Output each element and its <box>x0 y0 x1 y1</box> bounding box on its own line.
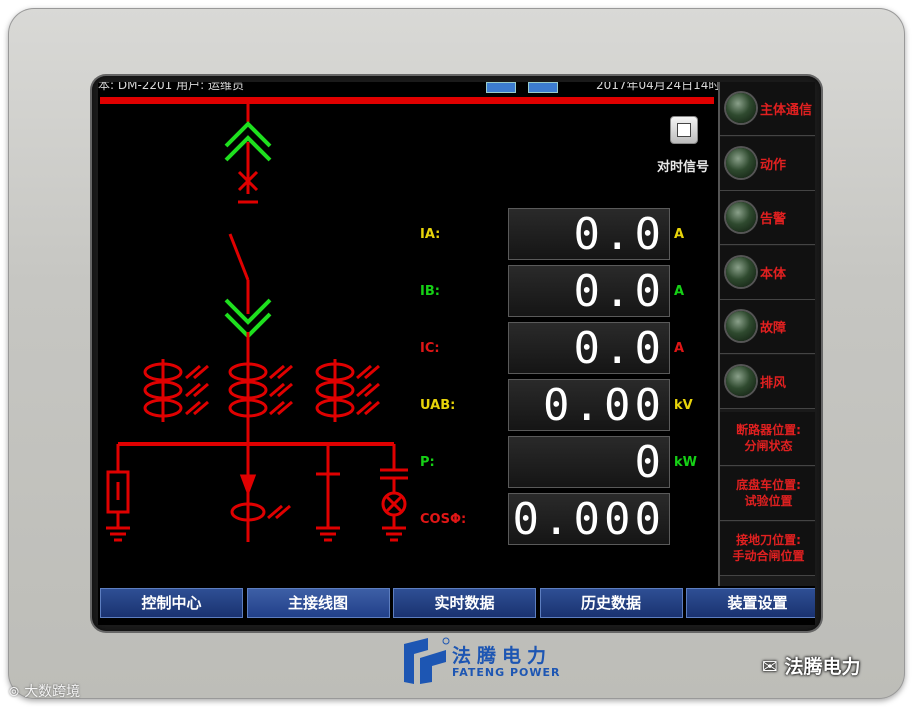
indicator-led-icon <box>726 311 756 341</box>
indicator-label: 本体 <box>760 266 787 282</box>
indicator-led-icon <box>726 365 756 396</box>
watermark-icon: ⊚ <box>8 684 25 700</box>
position-title: 底盘车位置: <box>736 478 801 492</box>
measurement-unit: A <box>674 227 685 242</box>
title-red-bar <box>100 97 714 104</box>
status-indicator: 故障 <box>720 300 815 354</box>
measurement-unit: kV <box>674 398 693 413</box>
measurement-value: 0.0 <box>508 265 670 317</box>
sync-label: 对时信号 <box>656 160 709 175</box>
measurement-label: IC: <box>420 341 440 356</box>
measurement-label: UAB: <box>420 398 456 413</box>
time-sync-signal[interactable]: 对时信号 <box>649 110 717 176</box>
breaker-blade <box>228 233 250 281</box>
position-title: 接地刀位置: <box>736 533 801 547</box>
measurement-value: 0.00 <box>508 379 670 431</box>
wechat-account-label: 法腾电力 <box>784 656 861 678</box>
status-indicator: 本体 <box>720 245 815 300</box>
sync-checkbox-icon[interactable] <box>670 116 698 144</box>
measurement-label: COSΦ: <box>420 512 467 527</box>
status-indicator: 排风 <box>720 354 815 409</box>
status-bar: 本: DM-2201 用户: 运维员 2017年04月24日14时52分51 <box>98 82 815 96</box>
measurement-unit: kW <box>674 455 697 470</box>
nav-tab[interactable]: 装置设置 <box>686 588 815 618</box>
indicator-label: 故障 <box>760 321 787 336</box>
monitor-icon <box>528 82 558 93</box>
status-indicator: 动作 <box>720 136 815 191</box>
measurement-value: 0.000 <box>508 493 670 545</box>
hmi-screen: 本: DM-2201 用户: 运维员 2017年04月24日14时52分51 对… <box>98 82 815 625</box>
indicator-label: 主体通信 <box>760 103 813 118</box>
position-value: 分闸状态 <box>744 439 793 453</box>
switch-position-status: 底盘车位置: 试验位置 <box>720 467 815 521</box>
wechat-icon: ✉ <box>762 656 785 678</box>
indicator-label: 告警 <box>760 212 787 227</box>
nav-tab[interactable]: 主接线图 <box>246 588 390 618</box>
measurement-label: IB: <box>420 284 440 299</box>
device-user-text: 本: DM-2201 用户: 运维员 <box>98 82 244 92</box>
watermark-label: 大数跨境 <box>24 684 81 700</box>
current-transformer-group <box>143 359 380 422</box>
monitor-icon <box>486 82 516 93</box>
ground-symbol <box>382 526 406 542</box>
status-indicator: 主体通信 <box>720 82 815 136</box>
indicator-led-icon <box>726 202 756 232</box>
measurement-unit: A <box>674 341 685 356</box>
switch-position-status: 断路器位置: 分闸状态 <box>720 412 815 466</box>
switch-position-status: 接地刀位置: 手动合闸位置 <box>720 522 815 576</box>
measurement-unit: A <box>674 284 685 299</box>
bottom-nav-tabs: 控制中心 主接线图 实时数据 历史数据 装置设置 <box>98 588 815 625</box>
watermark: ⊚ 大数跨境 <box>8 681 80 701</box>
measurement-label: P: <box>420 455 435 470</box>
fateng-logo-icon <box>404 637 450 684</box>
indicator-led-icon <box>726 93 756 123</box>
status-panel: 主体通信动作告警本体故障排风断路器位置: 分闸状态底盘车位置: 试验位置接地刀位置:… <box>718 82 815 586</box>
single-line-diagram <box>106 104 408 542</box>
indicator-led-icon <box>726 147 756 178</box>
brand-english-name: FATENG POWER <box>452 666 561 679</box>
load-arrow <box>239 474 257 497</box>
position-title: 断路器位置: <box>736 423 801 437</box>
position-value: 手动合闸位置 <box>732 549 805 563</box>
nav-tab[interactable]: 控制中心 <box>100 588 243 618</box>
status-indicator: 告警 <box>720 191 815 245</box>
ground-symbol <box>106 526 130 542</box>
indicator-label: 排风 <box>760 375 787 391</box>
measurement-value: 0.0 <box>508 208 670 260</box>
indicator-label: 动作 <box>760 157 787 173</box>
measurement-label: IA: <box>420 227 441 242</box>
position-value: 试验位置 <box>744 494 793 508</box>
measurement-value: 0 <box>508 436 670 488</box>
nav-tab[interactable]: 历史数据 <box>539 588 683 618</box>
measurement-value: 0.0 <box>508 322 670 374</box>
brand-chinese-name: 法腾电力 <box>452 645 553 667</box>
indicator-led-icon <box>726 256 756 287</box>
ground-symbol <box>316 526 340 542</box>
nav-tab[interactable]: 实时数据 <box>393 588 536 618</box>
wechat-account: ✉ 法腾电力 <box>762 652 861 679</box>
